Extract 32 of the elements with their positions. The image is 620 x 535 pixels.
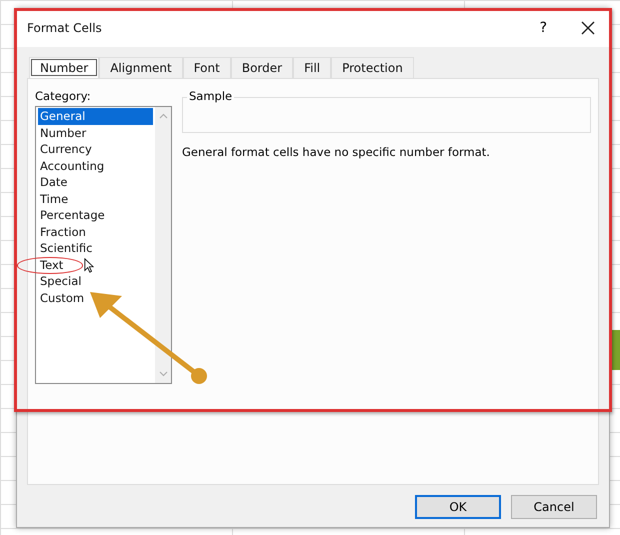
scroll-down-icon [158,371,168,377]
highlight-ellipse [17,257,83,274]
tab[interactable]: Number [29,57,100,78]
tab[interactable]: Protection [331,57,414,78]
scrollbar[interactable] [155,107,171,383]
tab[interactable]: Alignment [99,57,183,78]
tab[interactable]: Border [230,57,294,78]
dialog-button[interactable]: Cancel [511,495,597,519]
category-item[interactable]: Percentage [38,207,107,224]
category-item[interactable]: Number [38,124,88,141]
category-item[interactable]: Accounting [38,158,106,174]
close-icon [581,21,595,35]
sample-label: Sample [187,89,234,103]
category-item[interactable]: Fraction [38,224,88,240]
tab[interactable]: Fill [293,57,332,78]
tab[interactable]: Font [182,57,231,78]
dialog-button[interactable]: OK [415,495,501,519]
scroll-up-icon [158,113,168,119]
category-item[interactable]: General [38,108,153,124]
category-item[interactable]: Date [38,174,70,190]
category-list[interactable]: General Number Currency Accounting Date Time Percentage Fraction Scientific Text Special Custom [35,106,172,384]
category-item[interactable]: Time [38,190,70,207]
category-item[interactable]: Special [38,273,84,290]
window-title: Format Cells [27,21,103,35]
category-item[interactable]: Custom [38,290,86,306]
help-button[interactable]: ? [540,20,547,36]
category-label: Category: [35,89,92,103]
pointer-icon [84,258,94,272]
description-text: General format cells have no specific number format. [182,145,491,159]
category-item[interactable]: Text [38,256,66,273]
category-item[interactable]: Currency [38,141,94,158]
category-item[interactable]: Scientific [38,240,94,256]
